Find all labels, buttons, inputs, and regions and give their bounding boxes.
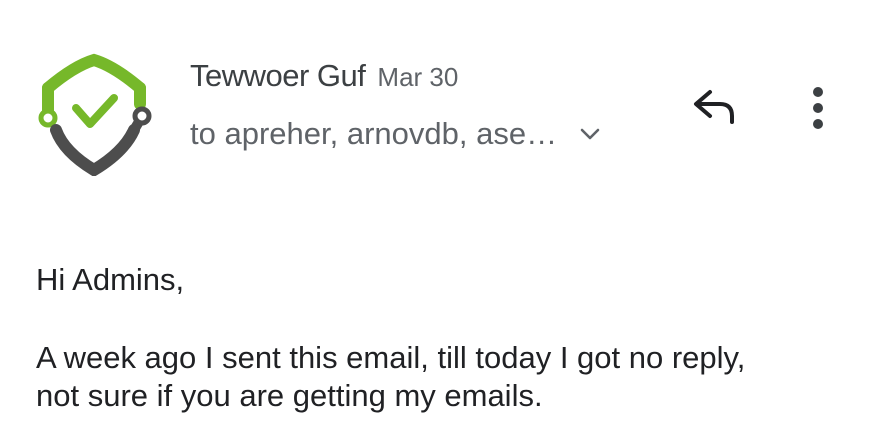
sender-avatar[interactable] xyxy=(34,52,154,177)
message-date: Mar 30 xyxy=(377,62,459,92)
recipients-line[interactable]: to apreher, arnovdb, ase… xyxy=(190,116,601,152)
sender-name[interactable]: Tewwoer Guf xyxy=(190,58,366,94)
message-greeting: Hi Admins, xyxy=(36,262,185,297)
message-line-1: A week ago I sent this email, till today… xyxy=(36,340,746,375)
reply-button[interactable] xyxy=(686,82,742,130)
more-options-button[interactable] xyxy=(798,80,838,136)
shield-check-icon xyxy=(38,53,152,177)
sender-line: Tewwoer Guf Mar 30 xyxy=(190,58,458,94)
message-line-2: not sure if you are getting my emails. xyxy=(36,378,543,413)
recipients-text: to apreher, arnovdb, ase… xyxy=(190,116,558,151)
chevron-down-icon[interactable] xyxy=(579,126,601,142)
more-vert-icon xyxy=(813,87,823,129)
reply-icon xyxy=(694,90,734,124)
